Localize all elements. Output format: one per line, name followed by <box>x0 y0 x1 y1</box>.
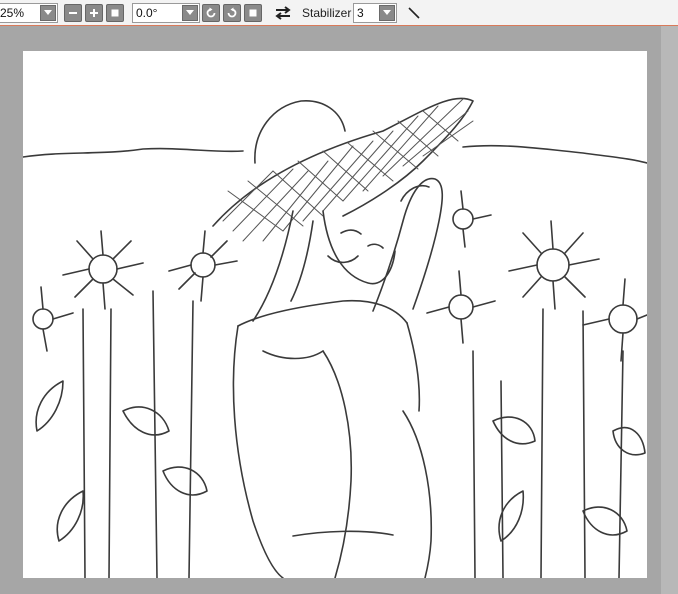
chevron-down-icon[interactable] <box>40 5 56 21</box>
canvas-area[interactable] <box>0 26 678 594</box>
plus-icon <box>90 9 98 17</box>
flip-horizontal-icon <box>275 6 291 20</box>
rotate-left-button[interactable] <box>202 4 220 22</box>
square-icon <box>111 9 119 17</box>
drawing-canvas[interactable] <box>23 51 647 578</box>
zoom-in-button[interactable] <box>85 4 103 22</box>
stabilizer-value: 3 <box>357 6 364 20</box>
toolbar: 25% 0.0° Stabilizer 3 <box>0 0 678 26</box>
square-icon <box>249 9 257 17</box>
rotation-select[interactable]: 0.0° <box>132 3 200 23</box>
line-art-sketch <box>23 97 647 578</box>
stabilizer-select[interactable]: 3 <box>353 3 397 23</box>
scroll-shadow <box>661 26 678 594</box>
flip-horizontal-button[interactable] <box>273 3 293 23</box>
rotate-left-icon <box>206 7 216 18</box>
stabilizer-label: Stabilizer <box>302 6 352 20</box>
diagonal-line-icon <box>408 7 420 19</box>
zoom-fit-button[interactable] <box>106 4 124 22</box>
rotation-value: 0.0° <box>136 6 158 20</box>
chevron-down-icon[interactable] <box>182 5 198 21</box>
rotate-right-button[interactable] <box>223 4 241 22</box>
minus-icon <box>69 12 77 14</box>
zoom-value: 25% <box>0 6 25 20</box>
pen-pressure-button[interactable] <box>404 3 424 23</box>
rotate-reset-button[interactable] <box>244 4 262 22</box>
chevron-down-icon[interactable] <box>379 5 395 21</box>
zoom-select[interactable]: 25% <box>0 3 58 23</box>
zoom-out-button[interactable] <box>64 4 82 22</box>
rotate-right-icon <box>227 7 237 18</box>
